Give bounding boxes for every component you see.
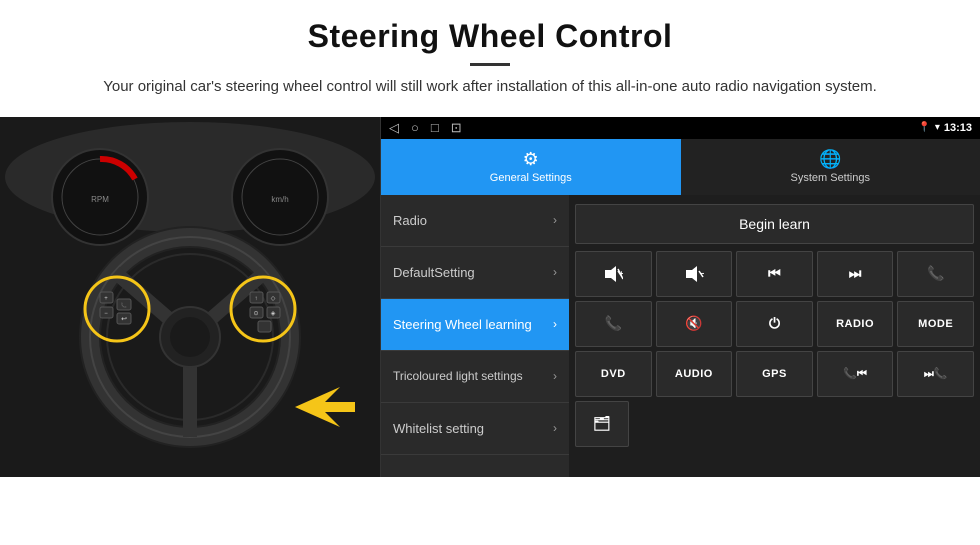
svg-text:◈: ◈ bbox=[271, 311, 276, 317]
controls-row-1: + − ⏮ ⏭ 📞 bbox=[575, 251, 974, 297]
file-button[interactable]: 🗂 bbox=[575, 401, 629, 447]
chevron-icon: › bbox=[553, 317, 557, 331]
system-settings-icon: 🌐 bbox=[819, 149, 841, 170]
main-content: RPM km/h + − 📞 bbox=[0, 117, 980, 477]
svg-text:RPM: RPM bbox=[91, 195, 109, 204]
vol-up-button[interactable]: + bbox=[575, 251, 652, 297]
content-area: Radio › DefaultSetting › Steering Wheel … bbox=[381, 195, 980, 477]
page-title: Steering Wheel Control bbox=[40, 18, 940, 55]
audio-button[interactable]: AUDIO bbox=[656, 351, 733, 397]
android-ui: ◁ ○ □ ⊡ 📍 ▾ 13:13 ⚙ General Settings 🌐 S… bbox=[380, 117, 980, 477]
controls-row-2: 📞 🔇 ⏻ RADIO MODE bbox=[575, 301, 974, 347]
svg-text:−: − bbox=[700, 269, 704, 278]
vol-down-button[interactable]: − bbox=[656, 251, 733, 297]
radio-button[interactable]: RADIO bbox=[817, 301, 894, 347]
phone-answer-button[interactable]: 📞 bbox=[897, 251, 974, 297]
page-header: Steering Wheel Control Your original car… bbox=[0, 0, 980, 109]
steering-wheel-image: RPM km/h + − 📞 bbox=[0, 117, 380, 477]
svg-text:−: − bbox=[104, 311, 108, 317]
dvd-button[interactable]: DVD bbox=[575, 351, 652, 397]
tab-general-label: General Settings bbox=[490, 172, 572, 184]
home-icon[interactable]: ○ bbox=[411, 120, 419, 135]
svg-text:◇: ◇ bbox=[271, 296, 276, 302]
next-track-button[interactable]: ⏭ bbox=[817, 251, 894, 297]
prev-track-button[interactable]: ⏮ bbox=[736, 251, 813, 297]
title-divider bbox=[470, 63, 510, 66]
tab-system-label: System Settings bbox=[791, 172, 870, 184]
begin-learn-row: Begin learn bbox=[575, 201, 974, 247]
menu-item-default[interactable]: DefaultSetting › bbox=[381, 247, 569, 299]
svg-text:📞: 📞 bbox=[121, 302, 128, 309]
svg-text:km/h: km/h bbox=[271, 195, 288, 204]
tab-general[interactable]: ⚙ General Settings bbox=[381, 139, 681, 195]
general-settings-icon: ⚙ bbox=[523, 149, 539, 170]
tab-system[interactable]: 🌐 System Settings bbox=[681, 139, 980, 195]
recents-icon[interactable]: □ bbox=[431, 120, 439, 135]
svg-text:+: + bbox=[619, 269, 623, 278]
chevron-icon: › bbox=[553, 265, 557, 279]
begin-learn-button[interactable]: Begin learn bbox=[575, 204, 974, 244]
svg-text:⊙: ⊙ bbox=[253, 311, 258, 317]
menu-icon[interactable]: ⊡ bbox=[451, 120, 462, 136]
menu-item-radio[interactable]: Radio › bbox=[381, 195, 569, 247]
mute-button[interactable]: 🔇 bbox=[656, 301, 733, 347]
menu-list: Radio › DefaultSetting › Steering Wheel … bbox=[381, 195, 569, 477]
back-icon[interactable]: ◁ bbox=[389, 120, 399, 136]
menu-item-steering[interactable]: Steering Wheel learning › bbox=[381, 299, 569, 351]
tab-bar: ⚙ General Settings 🌐 System Settings bbox=[381, 139, 980, 195]
controls-row-3: DVD AUDIO GPS 📞⏮ ⏭📞 bbox=[575, 351, 974, 397]
svg-text:↩: ↩ bbox=[121, 316, 127, 323]
wifi-icon: ▾ bbox=[935, 122, 940, 133]
menu-item-whitelist[interactable]: Whitelist setting › bbox=[381, 403, 569, 455]
phone-hangup-button[interactable]: 📞 bbox=[575, 301, 652, 347]
svg-text:↑: ↑ bbox=[255, 296, 258, 302]
controls-area: Begin learn + − ⏮ ⏭ 📞 📞 bbox=[569, 195, 980, 477]
status-time: 13:13 bbox=[944, 122, 972, 134]
next-phone-button[interactable]: ⏭📞 bbox=[897, 351, 974, 397]
chevron-icon: › bbox=[553, 369, 557, 383]
status-bar-nav: ◁ ○ □ ⊡ bbox=[389, 120, 462, 136]
status-bar-info: 📍 ▾ 13:13 bbox=[918, 122, 972, 134]
gps-button[interactable]: GPS bbox=[736, 351, 813, 397]
menu-item-tricoloured[interactable]: Tricoloured light settings › bbox=[381, 351, 569, 403]
power-button[interactable]: ⏻ bbox=[736, 301, 813, 347]
chevron-icon: › bbox=[553, 421, 557, 435]
page-subtitle: Your original car's steering wheel contr… bbox=[100, 76, 880, 99]
mode-button[interactable]: MODE bbox=[897, 301, 974, 347]
chevron-icon: › bbox=[553, 213, 557, 227]
status-bar: ◁ ○ □ ⊡ 📍 ▾ 13:13 bbox=[381, 117, 980, 139]
controls-row-4: 🗂 bbox=[575, 401, 974, 447]
location-icon: 📍 bbox=[918, 122, 930, 133]
svg-text:+: + bbox=[104, 296, 108, 302]
phone-prev-button[interactable]: 📞⏮ bbox=[817, 351, 894, 397]
